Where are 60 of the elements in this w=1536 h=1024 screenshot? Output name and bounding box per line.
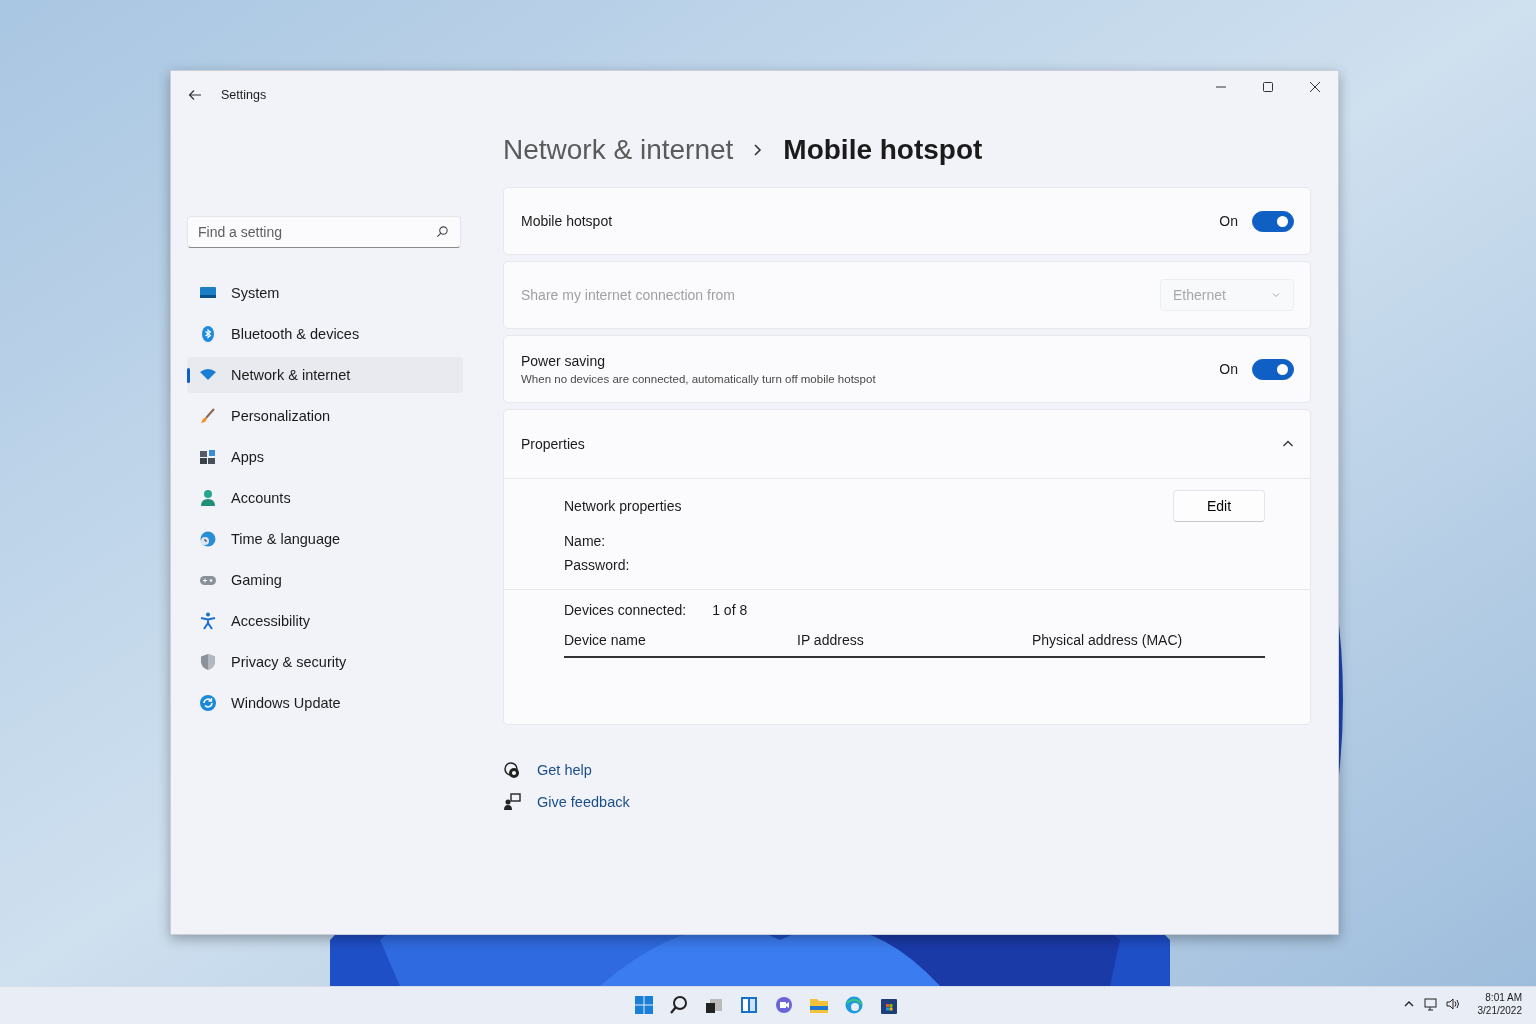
toggle-state-text: On bbox=[1219, 361, 1238, 377]
close-icon bbox=[1308, 81, 1321, 93]
feedback-person-icon bbox=[503, 793, 521, 811]
column-header: IP address bbox=[797, 632, 865, 648]
field-label: Password: bbox=[564, 557, 631, 573]
setting-label: Share my internet connection from bbox=[521, 287, 736, 303]
sidebar-item[interactable]: Apps bbox=[187, 439, 463, 475]
sidebar-item[interactable]: Bluetooth & devices bbox=[187, 316, 463, 352]
chevron-down-icon bbox=[1271, 290, 1281, 300]
help-link[interactable]: Give feedback bbox=[537, 794, 630, 810]
sidebar-item[interactable]: System bbox=[187, 275, 463, 311]
toggle-switch[interactable] bbox=[1252, 358, 1294, 380]
field-label: Name: bbox=[564, 533, 607, 549]
toggle-switch[interactable] bbox=[1252, 210, 1294, 232]
setting-label: Power saving bbox=[521, 353, 607, 369]
help-person-icon bbox=[503, 761, 521, 779]
clock-date[interactable]: 3/21/2022 bbox=[1477, 1005, 1522, 1016]
sidebar-item[interactable]: Privacy & security bbox=[187, 644, 463, 680]
accessibility-icon bbox=[199, 612, 217, 630]
page-title: Mobile hotspot bbox=[783, 134, 983, 166]
widgets-icon[interactable] bbox=[739, 994, 759, 1016]
sidebar-item[interactable]: Personalization bbox=[187, 398, 463, 434]
globe-clock-icon bbox=[199, 530, 217, 548]
network-monitor-icon[interactable] bbox=[1423, 997, 1438, 1011]
search-field[interactable]: Find a setting bbox=[187, 216, 461, 248]
windows-start-icon[interactable] bbox=[634, 994, 654, 1016]
setting-description: When no devices are connected, automatically turn off mobile hotspot bbox=[521, 373, 877, 385]
bluetooth-icon bbox=[199, 325, 217, 343]
maximize-icon bbox=[1261, 81, 1274, 93]
edit-button[interactable]: Edit bbox=[1173, 490, 1265, 522]
devices-label: Devices connected: bbox=[564, 602, 687, 618]
window-title: Settings bbox=[221, 88, 267, 102]
breadcrumb-link[interactable]: Network & internet bbox=[503, 134, 734, 166]
section-label: Network properties bbox=[564, 498, 683, 514]
apps-icon bbox=[199, 448, 217, 466]
dropdown: Ethernet bbox=[1160, 279, 1294, 311]
devices-count: 1 of 8 bbox=[712, 602, 748, 618]
sidebar-item[interactable]: Network & internet bbox=[187, 357, 463, 393]
sidebar-item[interactable]: Time & language bbox=[187, 521, 463, 557]
search-icon[interactable] bbox=[436, 225, 449, 238]
back-arrow-icon[interactable] bbox=[187, 87, 203, 103]
setting-label: Mobile hotspot bbox=[521, 213, 614, 229]
person-icon bbox=[199, 489, 217, 507]
sidebar-item[interactable]: Accessibility bbox=[187, 603, 463, 639]
section-header[interactable]: Properties bbox=[521, 436, 1282, 452]
video-chat-icon[interactable] bbox=[774, 994, 794, 1016]
shield-icon bbox=[199, 653, 217, 671]
refresh-icon bbox=[199, 694, 217, 712]
speaker-icon[interactable] bbox=[1445, 997, 1460, 1011]
column-header: Physical address (MAC) bbox=[1032, 632, 1184, 648]
sidebar-item[interactable]: Gaming bbox=[187, 562, 463, 598]
toggle-state-text: On bbox=[1219, 213, 1238, 229]
column-header: Device name bbox=[564, 632, 647, 648]
paintbrush-icon bbox=[199, 407, 217, 425]
clock-time[interactable]: 8:01 AM bbox=[1485, 992, 1522, 1003]
browser-icon[interactable] bbox=[844, 994, 864, 1016]
sidebar-item[interactable]: Accounts bbox=[187, 480, 463, 516]
sidebar-item[interactable]: Windows Update bbox=[187, 685, 463, 721]
search-icon[interactable] bbox=[669, 994, 689, 1016]
help-link[interactable]: Get help bbox=[537, 762, 592, 778]
